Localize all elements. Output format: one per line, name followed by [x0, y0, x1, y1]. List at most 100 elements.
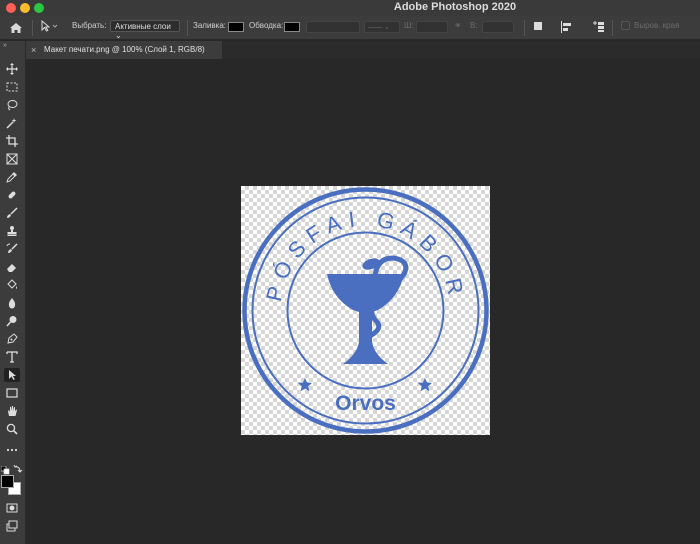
stamp-icon	[7, 226, 17, 236]
dodge-tool[interactable]	[4, 314, 20, 328]
swap-colors-icon	[13, 464, 23, 473]
frame-tool[interactable]	[4, 152, 20, 166]
lasso-icon	[7, 100, 18, 111]
dodge-icon	[6, 316, 17, 327]
stroke-label: Обводка:	[249, 21, 284, 30]
pen-icon	[7, 333, 18, 344]
blur-icon	[8, 298, 16, 309]
select-dropdown-value: Активные слои	[115, 22, 171, 31]
stroke-type-dropdown[interactable]: —— ⌄	[364, 21, 400, 33]
stroke-width-field[interactable]	[306, 21, 360, 33]
close-tab-icon[interactable]: ×	[31, 41, 36, 59]
options-bar: Выбрать: Активные слои ⌄ Заливка: Обводк…	[0, 16, 700, 40]
height-field[interactable]	[482, 21, 514, 33]
stamp-artwork: PÓSFAI GÁBOR Orvos	[242, 187, 489, 434]
edit-toolbar-button[interactable]	[4, 443, 20, 457]
path-arrangement-button[interactable]	[592, 20, 606, 35]
star-icon	[298, 378, 312, 392]
arrange-icon	[593, 21, 604, 32]
hand-tool[interactable]	[4, 404, 20, 418]
document-tab-title: Макет печати.png @ 100% (Слой 1, RGB/8)	[44, 45, 205, 54]
magic-wand-tool[interactable]	[4, 116, 20, 130]
align-icon	[561, 21, 571, 33]
default-colors-button[interactable]	[0, 462, 10, 475]
fill-label: Заливка:	[193, 21, 227, 30]
frame-icon	[6, 153, 18, 165]
width-label: Ш:	[404, 21, 414, 30]
align-edges-label: Выров. края	[634, 21, 680, 30]
path-operations-button[interactable]	[533, 21, 545, 35]
paint-bucket-icon	[7, 279, 17, 289]
default-colors-icon	[0, 465, 10, 475]
separator	[187, 20, 188, 36]
move-tool[interactable]	[4, 62, 20, 76]
path-select-tool-preset[interactable]	[40, 19, 58, 34]
history-brush-tool[interactable]	[4, 242, 20, 256]
marquee-tool[interactable]	[4, 80, 20, 94]
eraser-tool[interactable]	[4, 260, 20, 274]
swap-colors-button[interactable]	[13, 461, 23, 473]
path-alignment-button[interactable]	[560, 21, 574, 35]
separator	[612, 20, 613, 36]
eyedropper-icon	[6, 172, 17, 183]
path-operations-icon	[534, 22, 542, 30]
width-field[interactable]	[416, 21, 448, 33]
screen-mode-button[interactable]	[4, 519, 20, 533]
align-edges-checkbox[interactable]	[621, 21, 630, 30]
eraser-icon	[7, 264, 16, 272]
quick-mask-icon	[6, 503, 18, 513]
chevron-down-icon: —— ⌄	[368, 24, 390, 31]
type-icon	[6, 351, 18, 363]
screen-mode-icon	[6, 520, 18, 532]
select-label: Выбрать:	[72, 21, 107, 30]
collapse-panel-button[interactable]: »	[3, 42, 7, 49]
link-icon[interactable]: ⚭	[454, 20, 462, 31]
marquee-icon	[6, 82, 18, 92]
document-canvas[interactable]: PÓSFAI GÁBOR Orvos	[241, 186, 490, 435]
type-tool[interactable]	[4, 350, 20, 364]
healing-brush-tool[interactable]	[4, 188, 20, 202]
paint-bucket-tool[interactable]	[4, 278, 20, 292]
magic-wand-icon	[6, 118, 17, 129]
move-icon	[6, 63, 18, 75]
fill-swatch[interactable]	[228, 22, 244, 32]
pen-tool[interactable]	[4, 332, 20, 346]
star-icon	[418, 378, 432, 392]
arrow-cursor-icon	[41, 19, 58, 32]
zoom-icon	[6, 423, 18, 435]
more-icon	[6, 448, 18, 452]
title-bar: Adobe Photoshop 2020	[0, 0, 700, 16]
separator	[32, 20, 33, 36]
brush-icon	[7, 207, 18, 218]
healing-icon	[8, 191, 16, 199]
lasso-tool[interactable]	[4, 98, 20, 112]
rectangle-icon	[6, 388, 18, 398]
rectangle-tool[interactable]	[4, 386, 20, 400]
blur-tool[interactable]	[4, 296, 20, 310]
bowl-of-hygieia-icon	[327, 255, 409, 364]
foreground-color-swatch[interactable]	[1, 475, 14, 488]
crop-tool[interactable]	[4, 134, 20, 148]
home-button[interactable]	[4, 19, 28, 37]
crop-icon	[6, 135, 18, 147]
brush-tool[interactable]	[4, 206, 20, 220]
document-tab[interactable]: × Макет печати.png @ 100% (Слой 1, RGB/8…	[26, 41, 222, 59]
eyedropper-tool[interactable]	[4, 170, 20, 184]
height-label: В:	[470, 21, 478, 30]
stamp-bottom-text: Orvos	[335, 392, 396, 415]
quick-mask-button[interactable]	[4, 501, 20, 515]
history-brush-icon	[6, 243, 18, 253]
hand-icon	[8, 406, 17, 416]
document-tab-bar: × Макет печати.png @ 100% (Слой 1, RGB/8…	[26, 41, 700, 59]
path-select-icon	[9, 370, 16, 380]
path-selection-tool[interactable]	[4, 368, 20, 382]
select-dropdown[interactable]: Активные слои ⌄	[110, 20, 180, 40]
chevron-down-icon: ⌄	[115, 31, 122, 40]
separator	[524, 20, 525, 36]
tools-panel: »	[0, 41, 26, 544]
stroke-swatch[interactable]	[284, 22, 300, 32]
app-title: Adobe Photoshop 2020	[393, 1, 517, 13]
home-icon	[10, 23, 22, 33]
zoom-tool[interactable]	[4, 422, 20, 436]
clone-stamp-tool[interactable]	[4, 224, 20, 238]
